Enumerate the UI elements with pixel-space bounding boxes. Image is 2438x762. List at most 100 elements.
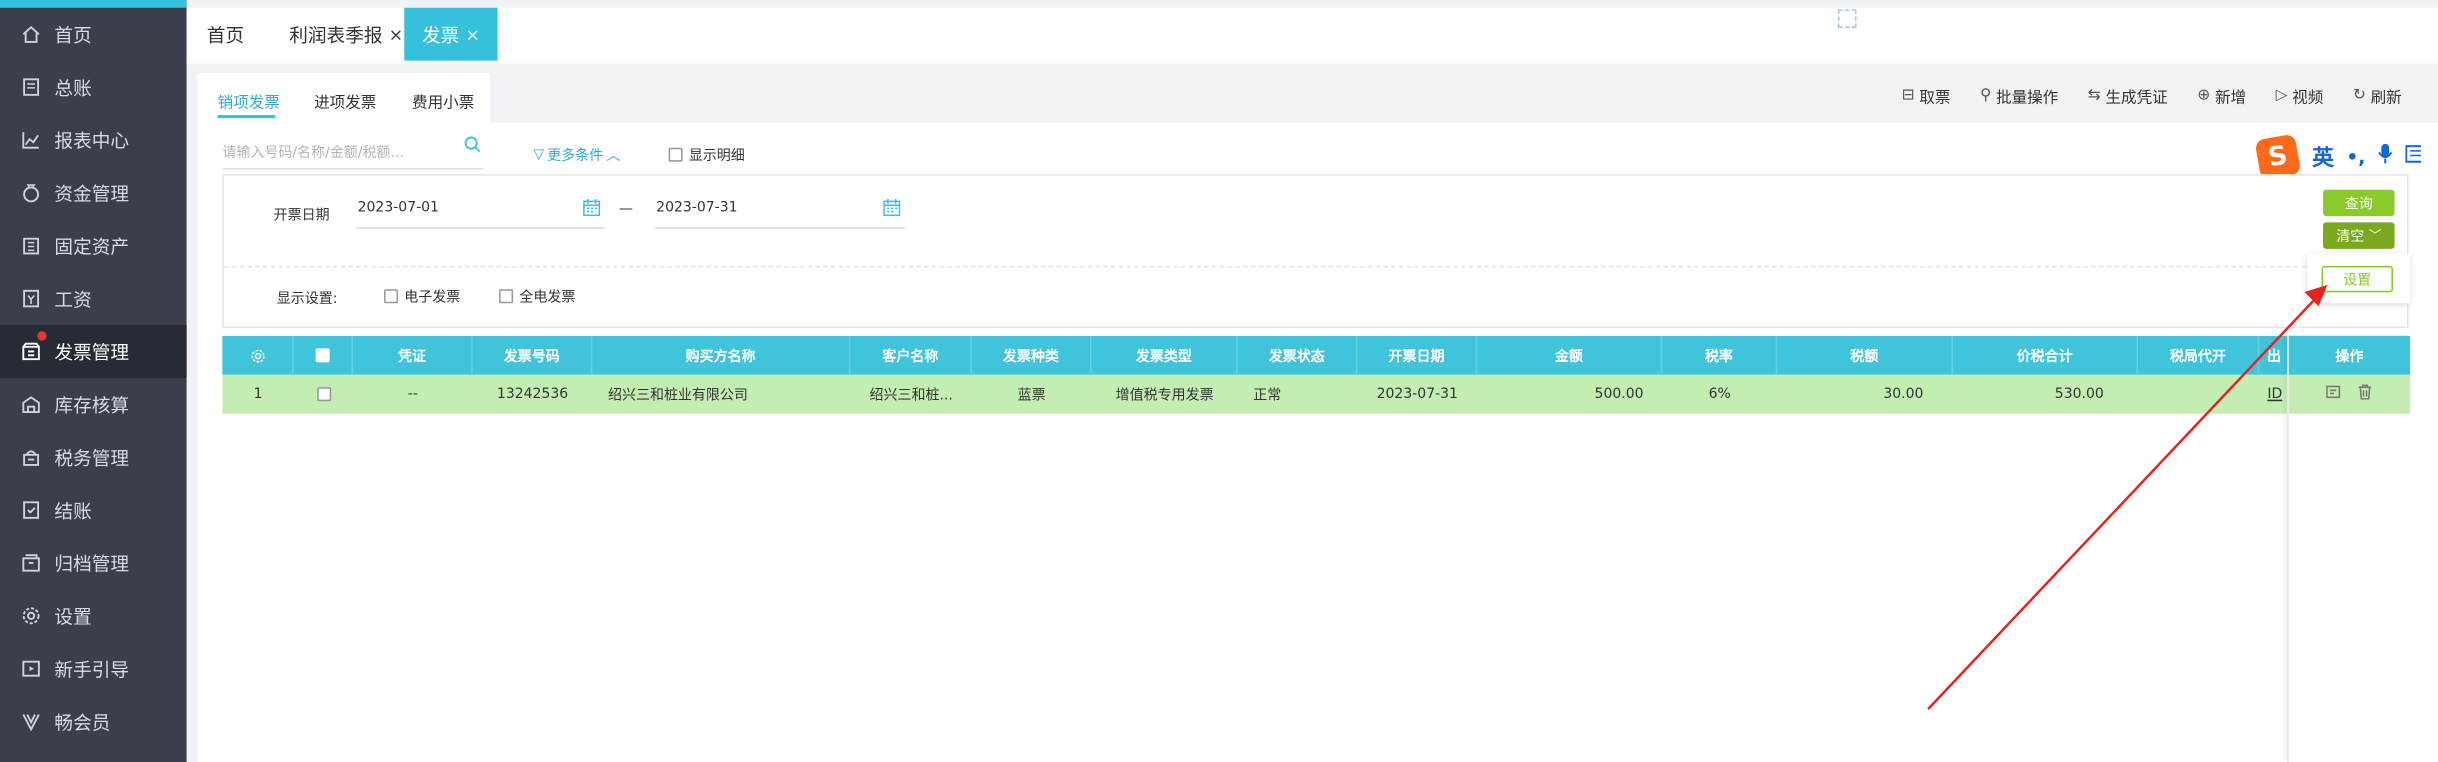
sidebar-item-label: 总账: [54, 76, 92, 99]
subtab-sales-invoice[interactable]: 销项发票: [218, 89, 280, 112]
play-icon: ▷: [2275, 87, 2288, 105]
batch-operation-button[interactable]: ⚲ 批量操作: [1980, 84, 2058, 107]
cell-invoice-no[interactable]: 13242536: [473, 375, 593, 414]
sidebar-item-guide[interactable]: 新手引导: [0, 642, 187, 695]
video-button[interactable]: ▷ 视频: [2276, 84, 2324, 107]
col-header[interactable]: 凭证: [353, 335, 473, 375]
col-header[interactable]: 发票号码: [473, 335, 593, 375]
col-header[interactable]: 购买方名称: [592, 335, 851, 375]
cell-kind: 蓝票: [1017, 388, 1046, 405]
sidebar-item-inventory[interactable]: 库存核算: [0, 378, 187, 431]
close-icon[interactable]: ×: [389, 24, 403, 44]
sidebar-item-label: 固定资产: [54, 235, 130, 258]
sidebar-item-fixed-assets[interactable]: 固定资产: [0, 219, 187, 272]
search-placeholder: 请输入号码/名称/金额/税额...: [222, 146, 404, 162]
subtab-purchase-invoice[interactable]: 进项发票: [314, 89, 376, 112]
col-header[interactable]: 税率: [1662, 335, 1778, 375]
payroll-icon: [20, 288, 42, 310]
checkbox[interactable]: [316, 387, 331, 402]
date-to-input[interactable]: 2023-07-31: [654, 194, 905, 229]
date-from-input[interactable]: 2023-07-01: [356, 194, 605, 229]
tab-label: 首页: [206, 24, 245, 46]
subtab-expense-receipt[interactable]: 费用小票: [412, 89, 474, 112]
ime-toolbar[interactable]: S 英 •,: [2254, 133, 2427, 181]
sidebar-item-funds[interactable]: 资金管理: [0, 166, 187, 219]
checkbox[interactable]: [315, 348, 330, 363]
col-header[interactable]: 价税合计: [1953, 335, 2138, 375]
select-all-checkbox[interactable]: [294, 335, 353, 375]
delete-icon[interactable]: [2357, 384, 2373, 404]
sidebar-item-vip[interactable]: 畅会员: [0, 695, 187, 748]
cell-amount: 500.00: [1594, 386, 1644, 402]
keyboard-icon[interactable]: [2405, 145, 2427, 170]
sidebar-item-reports[interactable]: 报表中心: [0, 114, 187, 167]
sidebar-item-invoice[interactable]: 发票管理: [0, 325, 187, 378]
sidebar-item-archive[interactable]: 归档管理: [0, 537, 187, 590]
ime-language[interactable]: 英: [2312, 142, 2334, 173]
show-detail-checkbox[interactable]: 显示明细: [668, 145, 745, 165]
ime-punctuation[interactable]: •,: [2346, 146, 2365, 168]
table-row[interactable]: 1 -- 13242536 绍兴三和桩业有限公司 绍兴三和桩... 蓝票 增值税…: [222, 374, 2409, 414]
full-electronic-invoice-checkbox[interactable]: 全电发票: [499, 286, 575, 306]
add-button[interactable]: ⊕ 新增: [2197, 84, 2246, 107]
col-header[interactable]: 发票种类: [972, 335, 1092, 375]
col-header[interactable]: 发票状态: [1238, 335, 1358, 375]
electronic-invoice-checkbox[interactable]: 电子发票: [384, 286, 460, 306]
right-gutter: [2410, 174, 2438, 762]
calendar-icon[interactable]: [883, 199, 901, 217]
filter-panel: 开票日期 2023-07-01 — 2023-07-31 显示设置: 电子发票 …: [222, 174, 2409, 329]
checkbox[interactable]: [499, 289, 514, 304]
microphone-icon[interactable]: [2378, 143, 2394, 171]
more-conditions-toggle[interactable]: ▽ 更多条件 ︿: [533, 145, 620, 165]
sidebar-item-ledger[interactable]: 总账: [0, 61, 187, 114]
query-button[interactable]: 查询: [2323, 189, 2395, 217]
checkbox[interactable]: [384, 289, 399, 304]
col-header[interactable]: 金额: [1477, 335, 1663, 375]
warehouse-icon: [20, 393, 42, 415]
home-icon: [20, 23, 42, 45]
sidebar-item-payroll[interactable]: 工资: [0, 272, 187, 325]
col-header[interactable]: 出: [2259, 335, 2291, 375]
batch-icon: ⚲: [1979, 87, 1992, 105]
tab-invoice[interactable]: 发票 ×: [404, 7, 498, 61]
search-icon[interactable]: [463, 135, 482, 158]
row-operations: [2288, 374, 2411, 414]
col-header[interactable]: 开票日期: [1357, 335, 1478, 375]
search-field[interactable]: 请输入号码/名称/金额/税额...: [222, 138, 484, 170]
generate-voucher-button[interactable]: ⇆ 生成凭证: [2088, 84, 2168, 107]
checkbox[interactable]: [668, 147, 683, 162]
tab-home[interactable]: 首页: [207, 8, 244, 61]
date-to-value: 2023-07-31: [656, 200, 738, 217]
edit-icon[interactable]: [2326, 384, 2342, 404]
filter-icon: ▽: [533, 146, 545, 163]
cell-out[interactable]: ID: [2259, 375, 2290, 414]
sidebar-item-checkout[interactable]: 结账: [0, 484, 187, 537]
sidebar-item-label: 新手引导: [54, 658, 130, 681]
col-header[interactable]: 税额: [1777, 335, 1953, 375]
refresh-icon: ↻: [2352, 87, 2366, 105]
sidebar-top-accent: [0, 0, 187, 8]
col-header[interactable]: 税局代开: [2138, 335, 2260, 375]
sidebar-item-tax[interactable]: 税务管理: [0, 431, 187, 484]
clear-button[interactable]: 清空 ﹀: [2323, 222, 2395, 249]
date-label: 开票日期: [273, 208, 330, 224]
calendar-icon[interactable]: [583, 199, 601, 217]
row-checkbox[interactable]: [294, 375, 353, 414]
sidebar-item-home[interactable]: 首页: [0, 8, 187, 61]
refresh-button[interactable]: ↻ 刷新: [2353, 84, 2402, 107]
column-settings-icon[interactable]: [222, 335, 294, 375]
fetch-invoice-button[interactable]: ⊟ 取票: [1902, 84, 1951, 107]
clear-label: 清空: [2336, 230, 2365, 246]
col-header[interactable]: 客户名称: [851, 335, 972, 375]
close-icon[interactable]: ×: [466, 24, 480, 44]
more-conditions-label: 更多条件: [547, 149, 604, 165]
date-from-value: 2023-07-01: [357, 200, 439, 217]
settings-button[interactable]: 设置: [2321, 265, 2393, 293]
sidebar-item-label: 报表中心: [54, 129, 130, 152]
qr-code-icon[interactable]: [1837, 9, 1857, 28]
tab-profit-quarterly[interactable]: 利润表季报 ×: [289, 8, 403, 61]
col-header[interactable]: 发票类型: [1092, 335, 1238, 375]
toolbar-label: 生成凭证: [2105, 90, 2168, 108]
tax-icon: [20, 446, 42, 468]
sidebar-item-settings[interactable]: 设置: [0, 589, 187, 642]
